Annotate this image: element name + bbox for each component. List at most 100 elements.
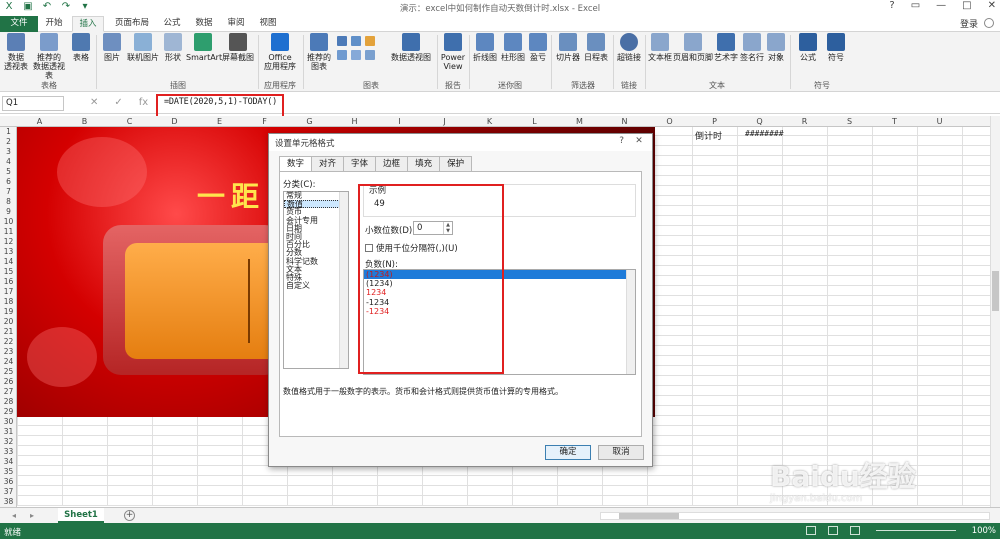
timeline-button[interactable]: 日程表: [582, 33, 610, 62]
sparkline-column-button[interactable]: 柱形图: [500, 33, 526, 62]
column-header[interactable]: S: [827, 116, 872, 127]
recommended-charts-button[interactable]: 推荐的 图表: [305, 33, 333, 71]
row-header[interactable]: 13: [0, 247, 17, 257]
row-header[interactable]: 31: [0, 427, 17, 437]
ribbon-display-icon[interactable]: ▭: [911, 0, 920, 11]
slicer-button[interactable]: 切片器: [554, 33, 582, 62]
tab-border[interactable]: 边框: [375, 156, 409, 171]
category-list[interactable]: 常规 数值 货币 会计专用 日期 时间 百分比 分数 科学记数 文本 特殊 自定…: [283, 191, 349, 369]
row-header[interactable]: 28: [0, 397, 17, 407]
row-header[interactable]: 1: [0, 127, 17, 137]
row-header[interactable]: 17: [0, 287, 17, 297]
prev-sheet-icon[interactable]: ◂: [12, 511, 16, 520]
table-button[interactable]: 表格: [70, 33, 92, 62]
area-chart-icon[interactable]: [351, 50, 361, 60]
pictures-button[interactable]: 图片: [100, 33, 124, 62]
bar-chart-icon[interactable]: [337, 50, 347, 60]
row-header[interactable]: 20: [0, 317, 17, 327]
recommended-pivot-button[interactable]: 推荐的 数据透视表: [30, 33, 68, 80]
tab-fill[interactable]: 填充: [407, 156, 441, 171]
column-header[interactable]: B: [62, 116, 107, 127]
power-view-button[interactable]: Power View: [439, 33, 467, 71]
hyperlink-button[interactable]: 超链接: [615, 33, 643, 62]
equation-button[interactable]: 公式: [796, 33, 820, 62]
column-chart-icon[interactable]: [337, 36, 347, 46]
cell-q1[interactable]: ########: [745, 129, 784, 138]
pie-chart-icon[interactable]: [365, 36, 375, 46]
column-header[interactable]: N: [602, 116, 647, 127]
pivot-chart-button[interactable]: 数据透视图: [386, 33, 436, 62]
textbox-button[interactable]: 文本框: [647, 33, 673, 62]
row-header[interactable]: 8: [0, 197, 17, 207]
insert-function-icon[interactable]: fx: [139, 97, 148, 108]
row-header[interactable]: 18: [0, 297, 17, 307]
row-header[interactable]: 37: [0, 487, 17, 497]
column-header[interactable]: E: [197, 116, 242, 127]
row-header[interactable]: 19: [0, 307, 17, 317]
row-header[interactable]: 25: [0, 367, 17, 377]
column-header[interactable]: I: [377, 116, 422, 127]
cell-p1[interactable]: 倒计时: [695, 129, 722, 142]
tab-font[interactable]: 字体: [343, 156, 377, 171]
maximize-icon[interactable]: □: [962, 0, 971, 11]
row-header[interactable]: 38: [0, 497, 17, 507]
column-header[interactable]: P: [692, 116, 737, 127]
add-sheet-icon[interactable]: +: [124, 510, 135, 521]
cancel-button[interactable]: 取消: [598, 445, 644, 460]
dialog-close-button[interactable]: ✕: [630, 135, 648, 148]
sign-in-link[interactable]: 登录: [960, 17, 978, 30]
row-header[interactable]: 32: [0, 437, 17, 447]
sparkline-winloss-button[interactable]: 盈亏: [527, 33, 549, 62]
tab-number[interactable]: 数字: [279, 156, 313, 172]
column-header[interactable]: T: [872, 116, 917, 127]
row-header[interactable]: 12: [0, 237, 17, 247]
page-break-view-icon[interactable]: [850, 526, 860, 535]
column-header[interactable]: D: [152, 116, 197, 127]
sheet-tab-sheet1[interactable]: Sheet1: [58, 508, 104, 523]
zoom-level[interactable]: 100%: [972, 526, 996, 536]
column-header[interactable]: A: [17, 116, 62, 127]
negative-list-scrollbar[interactable]: [626, 270, 635, 374]
tab-review[interactable]: 审阅: [222, 16, 250, 32]
row-header[interactable]: 6: [0, 177, 17, 187]
tab-file[interactable]: 文件: [0, 16, 38, 32]
row-header[interactable]: 4: [0, 157, 17, 167]
cancel-entry-icon[interactable]: ✕: [90, 97, 98, 108]
dialog-help-button[interactable]: ?: [619, 136, 624, 146]
zoom-slider[interactable]: [876, 530, 956, 531]
row-header[interactable]: 29: [0, 407, 17, 417]
column-header[interactable]: O: [647, 116, 692, 127]
column-header[interactable]: U: [917, 116, 962, 127]
column-header[interactable]: H: [332, 116, 377, 127]
column-header[interactable]: J: [422, 116, 467, 127]
minimize-icon[interactable]: —: [936, 0, 946, 11]
online-pictures-button[interactable]: 联机图片: [126, 33, 160, 62]
tab-formulas[interactable]: 公式: [158, 16, 186, 32]
row-header[interactable]: 21: [0, 327, 17, 337]
row-header[interactable]: 24: [0, 357, 17, 367]
sparkline-line-button[interactable]: 折线图: [471, 33, 499, 62]
vertical-scrollbar[interactable]: [990, 116, 1000, 507]
tab-alignment[interactable]: 对齐: [311, 156, 345, 171]
row-header[interactable]: 22: [0, 337, 17, 347]
tab-page-layout[interactable]: 页面布局: [108, 16, 156, 32]
row-header[interactable]: 34: [0, 457, 17, 467]
confirm-entry-icon[interactable]: ✓: [114, 97, 122, 108]
pivot-table-button[interactable]: 数据 透视表: [2, 33, 30, 71]
row-header[interactable]: 14: [0, 257, 17, 267]
column-header[interactable]: R: [782, 116, 827, 127]
tab-home[interactable]: 开始: [38, 16, 70, 32]
row-header[interactable]: 10: [0, 217, 17, 227]
column-header[interactable]: Q: [737, 116, 782, 127]
horizontal-scroll-thumb[interactable]: [619, 513, 679, 519]
object-button[interactable]: 对象: [765, 33, 787, 62]
row-header[interactable]: 5: [0, 167, 17, 177]
row-header[interactable]: 26: [0, 377, 17, 387]
signature-line-button[interactable]: 签名行: [739, 33, 765, 62]
row-header[interactable]: 11: [0, 227, 17, 237]
tab-protection[interactable]: 保护: [439, 156, 473, 171]
tab-data[interactable]: 数据: [190, 16, 218, 32]
line-chart-icon[interactable]: [351, 36, 361, 46]
tab-view[interactable]: 视图: [254, 16, 282, 32]
row-header[interactable]: 9: [0, 207, 17, 217]
